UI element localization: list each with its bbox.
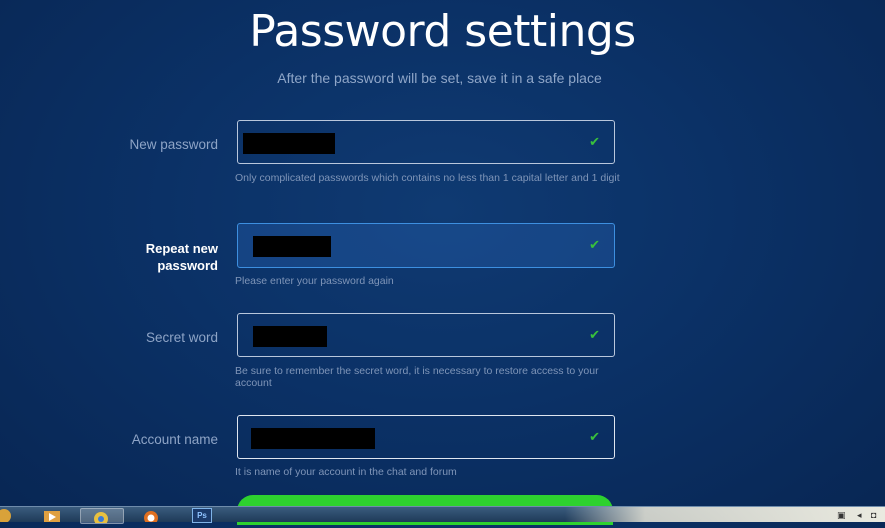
new-password-hint: Only complicated passwords which contain… <box>235 172 620 184</box>
language-icon[interactable]: ◘ <box>871 510 876 520</box>
volume-icon[interactable]: ◂ <box>857 510 862 521</box>
new-password-field[interactable]: ✔ <box>237 120 615 164</box>
new-password-label: New password <box>129 137 218 152</box>
check-icon: ✔ <box>589 134 600 149</box>
account-name-hint: It is name of your account in the chat a… <box>235 466 457 478</box>
secret-word-field[interactable]: ✔ <box>237 313 615 357</box>
page-subtitle: After the password will be set, save it … <box>277 70 602 86</box>
system-tray: ▣ ◂ ◘ <box>565 507 885 522</box>
redacted-value <box>251 428 375 449</box>
account-name-field[interactable]: ✔ <box>237 415 615 459</box>
secret-word-label: Secret word <box>145 330 218 345</box>
redacted-value <box>253 236 331 257</box>
repeat-password-hint: Please enter your password again <box>235 275 394 287</box>
media-player-icon[interactable] <box>42 508 64 522</box>
check-icon: ✔ <box>589 237 600 252</box>
repeat-password-field[interactable]: ✔ <box>237 223 615 268</box>
check-icon: ✔ <box>589 327 600 342</box>
check-icon: ✔ <box>589 429 600 444</box>
repeat-password-label: Repeat new password <box>145 241 218 273</box>
photoshop-icon[interactable]: Ps <box>192 508 214 523</box>
redacted-value <box>243 133 335 154</box>
secret-word-hint: Be sure to remember the secret word, it … <box>235 365 599 389</box>
network-icon[interactable]: ▣ <box>837 510 846 521</box>
redacted-value <box>253 326 327 347</box>
photoshop-label: Ps <box>192 508 212 523</box>
start-orb-icon[interactable] <box>0 508 14 523</box>
taskbar: Ps ▣ ◂ ◘ <box>0 506 885 526</box>
account-name-label: Account name <box>131 432 218 447</box>
ccleaner-icon[interactable] <box>140 508 162 525</box>
page-title: Password settings <box>249 6 636 57</box>
